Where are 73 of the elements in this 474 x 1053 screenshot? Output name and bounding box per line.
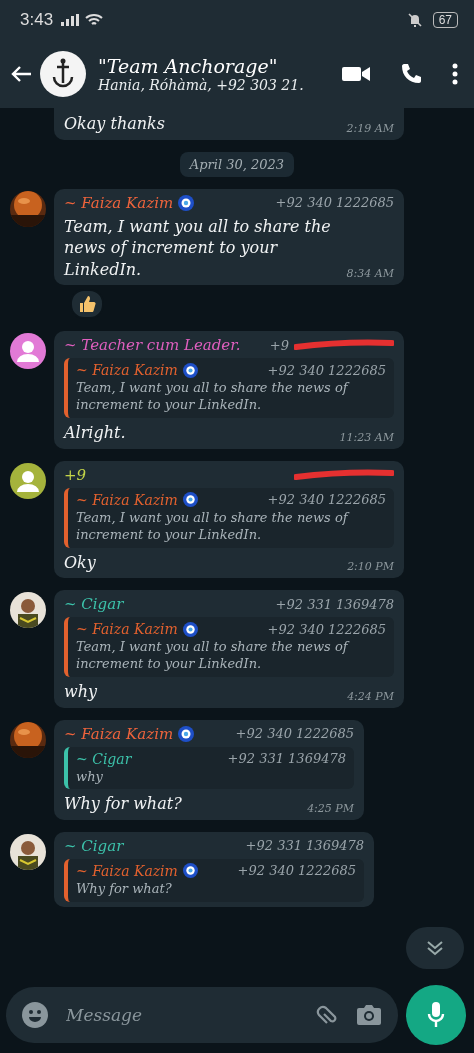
quoted-sender: ~ Cigar [76, 750, 132, 767]
battery-indicator: 67 [432, 12, 458, 28]
message-text: Okay thanks [64, 113, 165, 135]
date-chip: April 30, 2023 [179, 151, 295, 177]
quoted-text: Team, I want you all to share the news of increment to your LinkedIn. [76, 639, 351, 673]
message-time: 2:10 PM [347, 560, 394, 574]
message-input[interactable]: Message [64, 1004, 300, 1026]
message-time: 8:34 AM [346, 267, 394, 281]
quoted-number: +92 340 1222685 [267, 621, 386, 637]
emoji-icon[interactable] [22, 1002, 48, 1028]
quoted-text: Team, I want you all to share the news of increment to your LinkedIn. [76, 380, 351, 415]
sender-number: +92 331 1369478 [275, 596, 394, 612]
message-bubble[interactable]: +9 ~ Faiza Kazim +92 340 1222685 Team, I want you all to share the news of increment to your LinkedIn. Oky 2:10 PM [54, 460, 404, 579]
signal-icon [61, 14, 80, 26]
quoted-sender: ~ Faiza Kazim [76, 863, 178, 879]
quoted-number: +92 340 1222685 [237, 863, 356, 879]
camera-icon[interactable] [356, 1004, 382, 1026]
quoted-message[interactable]: ~ Faiza Kazim +92 340 1222685 Team, I want you all to share the news of increment to your LinkedIn. [64, 617, 394, 677]
message-bubble[interactable]: Okay thanks 2:19 AM [54, 108, 404, 140]
sender-name[interactable]: ~ Cigar [64, 837, 124, 855]
quoted-number: +92 331 1369478 [227, 751, 346, 766]
default-avatar[interactable] [10, 333, 46, 370]
sender-name[interactable]: ~ Cigar [64, 595, 124, 614]
quoted-message[interactable]: ~ Faiza Kazim +92 340 1222685 Team, I want you all to share the news of increment to your LinkedIn. [64, 358, 394, 419]
quoted-message[interactable]: ~ Faiza Kazim +92 340 1222685 Why for what? [64, 859, 364, 902]
message-time: 2:19 AM [346, 121, 394, 135]
default-avatar[interactable] [10, 462, 46, 499]
quoted-message[interactable]: ~ Cigar +92 331 1369478 why [64, 746, 354, 790]
thumbs-up-icon [78, 295, 96, 314]
quoted-number: +92 340 1222685 [267, 492, 386, 508]
mute-icon [406, 12, 423, 28]
message-text: why [64, 680, 98, 703]
message-time: 4:24 PM [347, 689, 394, 703]
message-text: Oky [64, 551, 96, 574]
message-text: Alright. [64, 422, 126, 444]
chevrons-down-icon [426, 940, 444, 956]
microphone-icon [427, 1001, 445, 1029]
message-bubble[interactable]: ~ Faiza Kazim +92 340 1222685 ~ Cigar +92 331 1369478 why Why for what? 4:25 PM [54, 719, 364, 820]
message-time: 11:23 AM [339, 430, 394, 444]
scroll-down-button[interactable] [406, 927, 464, 969]
quoted-text: Team, I want you all to share the news of increment to your LinkedIn. [76, 509, 351, 544]
sender-name[interactable]: ~ Faiza Kazim [64, 193, 174, 212]
message-text: Team, I want you all to share the news of increment to your LinkedIn. [64, 215, 332, 281]
menu-icon[interactable] [452, 63, 458, 85]
quoted-sender: ~ Faiza Kazim [76, 621, 178, 638]
message-bubble[interactable]: ~ Cigar +92 331 1369478 ~ Faiza Kazim +92 340 1222685 Team, I want you all to share the news of increment to your LinkedIn. why 4:24 PM [54, 590, 404, 708]
message-bubble[interactable]: ~ Cigar +92 331 1369478 ~ Faiza Kazim +92 340 1222685 Why for what? [54, 832, 374, 907]
message-bubble[interactable]: ~ Teacher cum Leader. +9 ~ Faiza Kazim +92 340 1222685 Team, I want you all to share the news of increment to your LinkedIn. Alright. 11:23 AM [54, 331, 404, 449]
message-time: 4:25 PM [307, 802, 354, 815]
sender-number: +92 340 1222685 [235, 726, 354, 741]
sender-name[interactable]: ~ Faiza Kazim [64, 724, 174, 743]
video-call-icon[interactable] [342, 65, 370, 83]
wifi-icon [85, 13, 104, 27]
sender-name[interactable]: ~ Teacher cum Leader. [64, 336, 241, 355]
voice-button[interactable] [406, 985, 466, 1045]
quoted-number: +92 340 1222685 [267, 362, 386, 378]
chat-members: Hania, Róhàmà, +92 303 21. [98, 77, 305, 93]
status-time: 3:43 [20, 10, 54, 30]
chat-title[interactable]: "Team Anchorage" [98, 55, 334, 77]
back-icon[interactable] [10, 65, 32, 83]
quoted-message[interactable]: ~ Faiza Kazim +92 340 1222685 Team, I want you all to share the news of increment to your LinkedIn. [64, 487, 394, 548]
sender-number: +92 340 1222685 [275, 195, 394, 211]
message-text: Why for what? [64, 793, 182, 815]
sender-number: +92 331 1369478 [245, 838, 364, 854]
quoted-sender: ~ Faiza Kazim [76, 362, 178, 379]
sender-number: +9 [269, 337, 289, 353]
quoted-text: why [76, 768, 104, 786]
message-bubble[interactable]: ~ Faiza Kazim +92 340 1222685 Team, I want you all to share the news of increment to your LinkedIn. 8:34 AM [54, 188, 404, 286]
quoted-sender: ~ Faiza Kazim [76, 491, 178, 508]
phone-icon[interactable] [400, 63, 422, 85]
quoted-text: Why for what? [76, 881, 173, 898]
group-avatar[interactable] [40, 51, 86, 97]
sender-name[interactable]: +9 [64, 465, 87, 484]
